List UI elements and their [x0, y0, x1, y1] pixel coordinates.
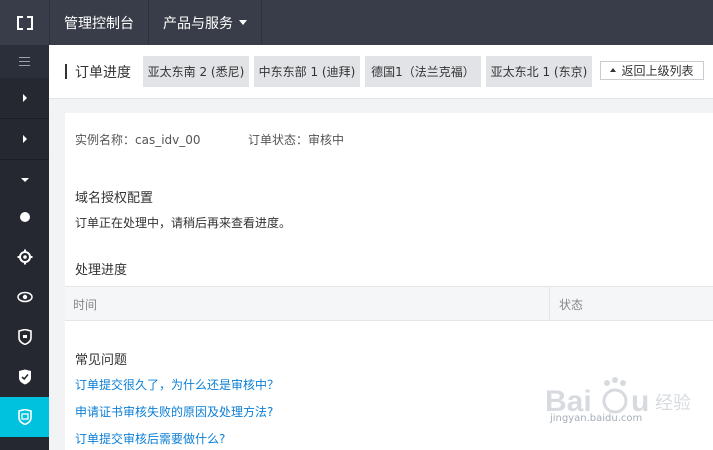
certificate-icon [17, 409, 32, 425]
eye-icon [16, 291, 33, 303]
console-link[interactable]: 管理控制台 [50, 0, 149, 45]
menu-icon [19, 54, 30, 69]
faq-link-3[interactable]: 订单提交审核后需要做什么? [75, 430, 225, 447]
domain-section-title: 域名授权配置 [75, 191, 154, 206]
shield-check-icon [18, 369, 31, 385]
shield-icon [17, 329, 32, 345]
console-logo[interactable] [0, 0, 50, 45]
region-tab-tokyo[interactable]: 亚太东北 1 (东京) [486, 56, 592, 87]
sidebar-item-certificate[interactable] [0, 397, 49, 437]
region-tab-frankfurt[interactable]: 德国1（法兰克福） [365, 56, 481, 87]
circle-icon [19, 212, 30, 222]
region-tab-dubai[interactable]: 中东东部 1 (迪拜) [254, 56, 360, 87]
chevron-right-icon [22, 94, 27, 102]
faq-link-2[interactable]: 申请证书审核失败的原因及处理方法? [75, 403, 273, 420]
page-header: 订单进度 亚太东南 2 (悉尼) 中东东部 1 (迪拜) 德国1（法兰克福） 亚… [49, 45, 713, 99]
top-navbar: 管理控制台 产品与服务 [0, 0, 713, 45]
sidebar-item-2[interactable] [0, 119, 49, 159]
chevron-right-icon [22, 135, 27, 143]
sidebar-item-shield[interactable] [0, 317, 49, 357]
progress-section-title: 处理进度 [75, 263, 128, 278]
sidebar-item-3[interactable] [0, 160, 49, 200]
chevron-down-icon [20, 178, 29, 182]
processing-message: 订单正在处理中，请稍后再来查看进度。 [75, 216, 292, 230]
sidebar-item-eye[interactable] [0, 277, 49, 317]
region-tab-sydney[interactable]: 亚太东南 2 (悉尼) [143, 56, 249, 87]
gear-icon [17, 249, 32, 265]
arrow-up-icon [610, 67, 617, 72]
svg-text:经验: 经验 [655, 393, 691, 414]
caret-down-icon [239, 20, 247, 25]
sidebar [0, 45, 49, 450]
sidebar-toggle[interactable] [0, 45, 49, 78]
instance-name: 实例名称：cas_idv_00 [75, 133, 201, 147]
sidebar-item-gear[interactable] [0, 237, 49, 277]
page-title: 订单进度 [75, 65, 131, 81]
sidebar-item-shield-check[interactable] [0, 357, 49, 397]
column-header-status: 状态 [559, 298, 584, 312]
products-label: 产品与服务 [163, 15, 233, 32]
sidebar-item-circle[interactable] [0, 197, 49, 237]
sidebar-item-1[interactable] [0, 78, 49, 118]
progress-table-header: 时间 状态 [65, 286, 713, 321]
faq-link-1[interactable]: 订单提交很久了，为什么还是审核中？ [75, 376, 279, 393]
order-status: 订单状态：审核中 [248, 133, 345, 147]
faq-title: 常见问题 [75, 353, 128, 368]
logo-icon [16, 15, 33, 30]
products-menu[interactable]: 产品与服务 [149, 0, 262, 45]
back-to-list-button[interactable]: 返回上级列表 [600, 61, 704, 80]
console-label: 管理控制台 [64, 15, 134, 32]
watermark-url: jingyan.baidu.com [550, 413, 643, 424]
column-header-time: 时间 [73, 298, 98, 312]
baidu-watermark-logo: Bai u 经验 [545, 377, 691, 418]
